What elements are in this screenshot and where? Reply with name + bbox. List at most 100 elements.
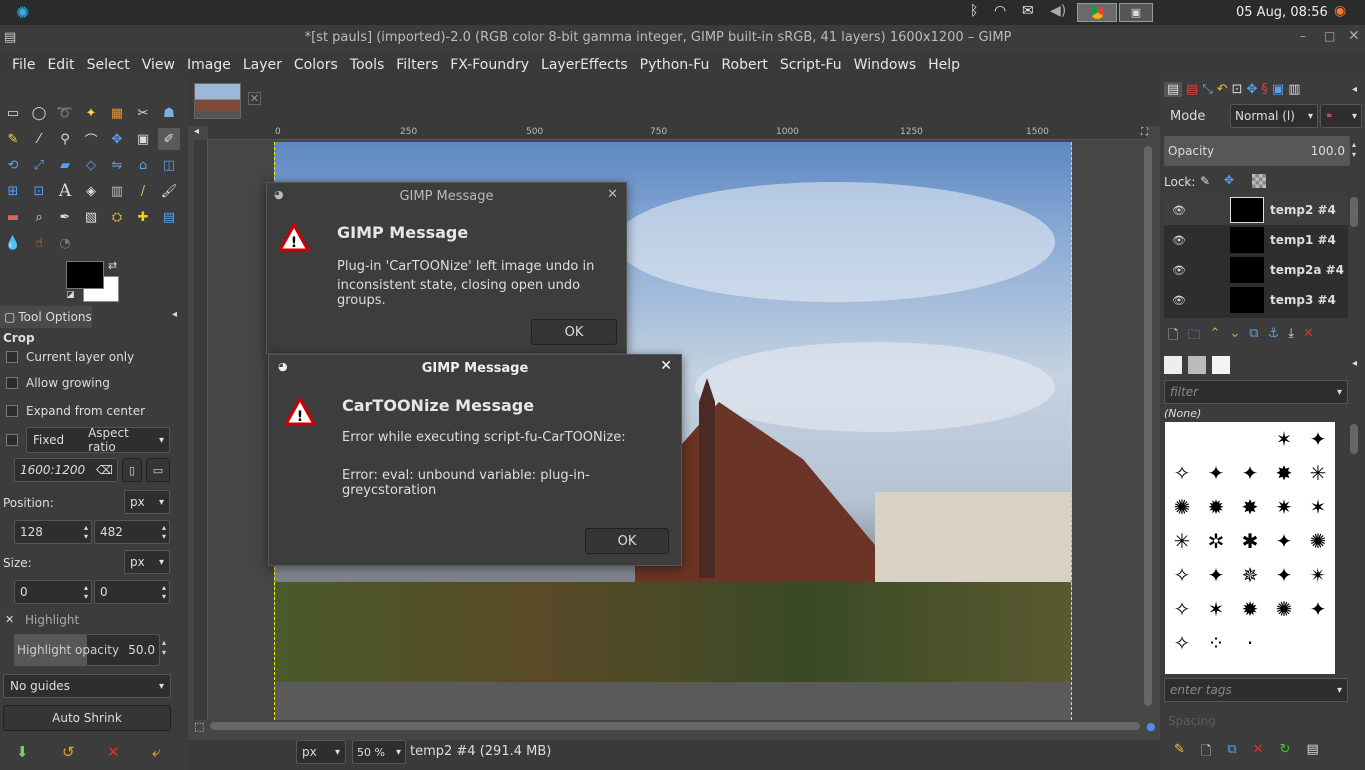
mypaint-icon[interactable]: ▧ (80, 206, 102, 228)
eraser-icon[interactable]: ▬ (2, 206, 24, 228)
color-picker-icon[interactable]: ⁄ (28, 128, 50, 150)
menu-help[interactable]: Help (922, 57, 966, 73)
refresh-brushes-icon[interactable]: ↻ (1280, 742, 1291, 764)
layer-row[interactable]: 👁 temp2a #4 (1164, 255, 1348, 285)
brush-star[interactable]: ✧ (1174, 461, 1191, 485)
spin-arrows-icon[interactable]: ▴ ▾ (84, 583, 88, 601)
mail-icon[interactable]: ✉ (1022, 3, 1034, 19)
brush-star[interactable]: ✶ (1208, 597, 1225, 621)
blur-icon[interactable]: 💧 (2, 232, 24, 254)
brush-spacing-slider[interactable]: Spacing (1164, 708, 1348, 734)
dock-menu-icon[interactable]: ◂ (1352, 84, 1357, 95)
open-brush-icon[interactable]: ▤ (1306, 742, 1318, 764)
image-tab-icon[interactable]: ▣ (1272, 82, 1284, 97)
layers-scrollbar[interactable] (1350, 197, 1358, 227)
paintbrush-icon[interactable]: 🖌 (158, 180, 180, 202)
duplicate-brush-icon[interactable]: ⧉ (1227, 742, 1236, 764)
navigate-dot-icon[interactable]: ● (1146, 720, 1156, 733)
default-colors-icon[interactable]: ◪ (66, 290, 75, 300)
anchor-layer-icon[interactable]: ⚓ (1268, 326, 1280, 348)
size-unit-select[interactable]: px ▾ (124, 550, 170, 574)
layer-row[interactable]: 👁 temp3 #4 (1164, 285, 1348, 315)
ok-button[interactable]: OK (531, 319, 617, 345)
rect-select-icon[interactable]: ▭ (2, 102, 24, 124)
layers-tab-icon[interactable]: ▤ (1164, 82, 1182, 97)
spin-arrows-icon[interactable]: ▴ ▾ (162, 638, 166, 658)
heal-icon[interactable]: ✚ (132, 206, 154, 228)
zoom-select[interactable]: 50 % ▾ (352, 740, 406, 764)
fixed-mode-select[interactable]: Fixed Aspect ratio ▾ (26, 426, 170, 454)
mode-select[interactable]: Normal (l) ▾ (1230, 104, 1318, 128)
paths-tab-icon[interactable]: ⤡ (1202, 82, 1212, 97)
edit-brush-icon[interactable]: ✎ (1174, 742, 1185, 764)
clone-icon[interactable]: ⛭ (106, 206, 128, 228)
warp-icon[interactable]: ◫ (158, 154, 180, 176)
brush-star[interactable]: ✺ (1310, 529, 1327, 553)
menu-select[interactable]: Select (81, 57, 136, 73)
opacity-slider[interactable]: Opacity 100.0 (1164, 136, 1350, 166)
auto-shrink-button[interactable]: Auto Shrink (3, 705, 171, 731)
ellipse-select-icon[interactable]: ◯ (28, 102, 50, 124)
brush-star[interactable]: ✹ (1208, 495, 1225, 519)
scissors-icon[interactable]: ✂ (132, 102, 154, 124)
brush-star[interactable]: ✦ (1276, 529, 1293, 553)
ok-button[interactable]: OK (585, 528, 669, 554)
brushes-tab-icon[interactable] (1164, 356, 1182, 374)
channels-tab-icon[interactable]: ▤ (1186, 82, 1198, 97)
lock-position-icon[interactable]: ✥ (1224, 173, 1234, 187)
perspective-icon[interactable]: ◇ (80, 154, 102, 176)
volume-icon[interactable]: ◀) (1050, 3, 1066, 19)
menu-fx-foundry[interactable]: FX-Foundry (444, 57, 535, 73)
highlight-opacity-slider[interactable]: Highlight opacity 50.0 (14, 634, 160, 666)
guides-select[interactable]: No guides ▾ (3, 674, 171, 698)
foreground-color-swatch[interactable] (66, 261, 104, 289)
spin-arrows-icon[interactable]: ▴ ▾ (84, 523, 88, 541)
eye-icon[interactable]: 👁 (1172, 264, 1202, 277)
brush-star[interactable]: ✧ (1174, 631, 1191, 655)
handle-transform-icon[interactable]: ⊡ (28, 180, 50, 202)
raise-layer-icon[interactable]: ⌃ (1209, 326, 1220, 348)
panel-menu-icon[interactable]: ◂ (172, 309, 177, 320)
size-width-input[interactable]: 0 ▴ ▾ (14, 580, 92, 604)
menu-colors[interactable]: Colors (288, 57, 344, 73)
brush-star[interactable]: · (1247, 631, 1253, 655)
eye-icon[interactable]: 👁 (1172, 294, 1202, 307)
brush-star[interactable]: ✴ (1310, 563, 1327, 587)
blender-icon[interactable]: ◉ (1334, 3, 1346, 19)
brush-star[interactable]: ✷ (1276, 495, 1293, 519)
perspective-clone-icon[interactable]: ▤ (158, 206, 180, 228)
layer-row[interactable]: 👁 temp2 #4 (1164, 195, 1348, 225)
reset-icon[interactable]: ⤶ (152, 743, 160, 761)
move-icon[interactable]: ✥ (106, 128, 128, 150)
new-layer-icon[interactable]: 🗋 (1168, 326, 1178, 348)
brush-star[interactable]: ✸ (1276, 461, 1293, 485)
highlight-option[interactable]: ✕ Highlight (5, 613, 79, 627)
brush-star[interactable]: ✲ (1208, 529, 1225, 553)
brush-tags-input[interactable]: enter tags ▾ (1164, 678, 1348, 702)
gradient-tab-icon[interactable]: ▥ (1288, 82, 1300, 97)
horizontal-scrollbar[interactable] (210, 722, 1140, 730)
shear-icon[interactable]: ▰ (54, 154, 76, 176)
current-layer-only-checkbox[interactable] (6, 351, 18, 363)
brush-star[interactable]: ✦ (1276, 563, 1293, 587)
composite-select[interactable]: ⚭ ▾ (1320, 104, 1362, 128)
brush-star[interactable]: ✺ (1276, 597, 1293, 621)
airbrush-icon[interactable]: ⌕ (28, 206, 50, 228)
restore-preset-icon[interactable]: ↺ (62, 743, 75, 761)
brush-star[interactable]: ✳ (1310, 461, 1327, 485)
close-tab-icon[interactable]: ✕ (248, 92, 261, 105)
scale-icon[interactable]: ⤢ (28, 154, 50, 176)
delete-layer-icon[interactable]: ✕ (1303, 326, 1314, 348)
delete-preset-icon[interactable]: ✕ (107, 743, 120, 761)
brush-star[interactable]: ✶ (1310, 495, 1327, 519)
patterns-tab-icon[interactable] (1188, 356, 1206, 374)
brush-grid[interactable]: ✶ ✦ ✧ ✦ ✦ ✸ ✳ ✺ ✹ ✸ ✷ ✶ ✳ ✲ ✱ ✦ ✺ ✧ ✦ ✵ … (1165, 422, 1335, 674)
brush-star[interactable]: ✺ (1174, 495, 1191, 519)
unified-transform-icon[interactable]: ⊞ (2, 180, 24, 202)
tool-options-tab[interactable]: ▢ Tool Options (0, 306, 92, 328)
layer-row[interactable]: 👁 temp1 #4 (1164, 225, 1348, 255)
vertical-scrollbar[interactable] (1144, 146, 1152, 706)
brush-star[interactable]: ✶ (1276, 427, 1293, 451)
gimp-taskbar-item[interactable]: ▣ (1119, 3, 1153, 22)
fuzzy-select-icon[interactable]: ✦ (80, 102, 102, 124)
